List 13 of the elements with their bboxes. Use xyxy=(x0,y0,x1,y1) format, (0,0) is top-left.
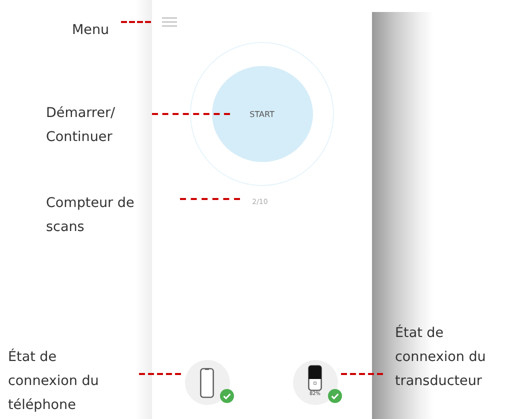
leader-line xyxy=(139,373,181,375)
callout-label: Menu xyxy=(72,21,110,40)
callout-label: Compteur de scans xyxy=(46,194,134,237)
start-button[interactable]: START xyxy=(212,66,312,162)
callout-label: État de connexion du transducteur xyxy=(395,324,486,391)
leader-line xyxy=(121,21,151,23)
callout-label: État de connexion du téléphone xyxy=(8,348,99,415)
device-icon xyxy=(308,364,322,390)
phone-icon xyxy=(200,368,214,398)
callout-label: Démarrer/ Continuer xyxy=(46,104,116,147)
leader-line xyxy=(341,373,383,375)
menu-icon[interactable] xyxy=(162,17,177,27)
leader-line xyxy=(180,198,240,200)
